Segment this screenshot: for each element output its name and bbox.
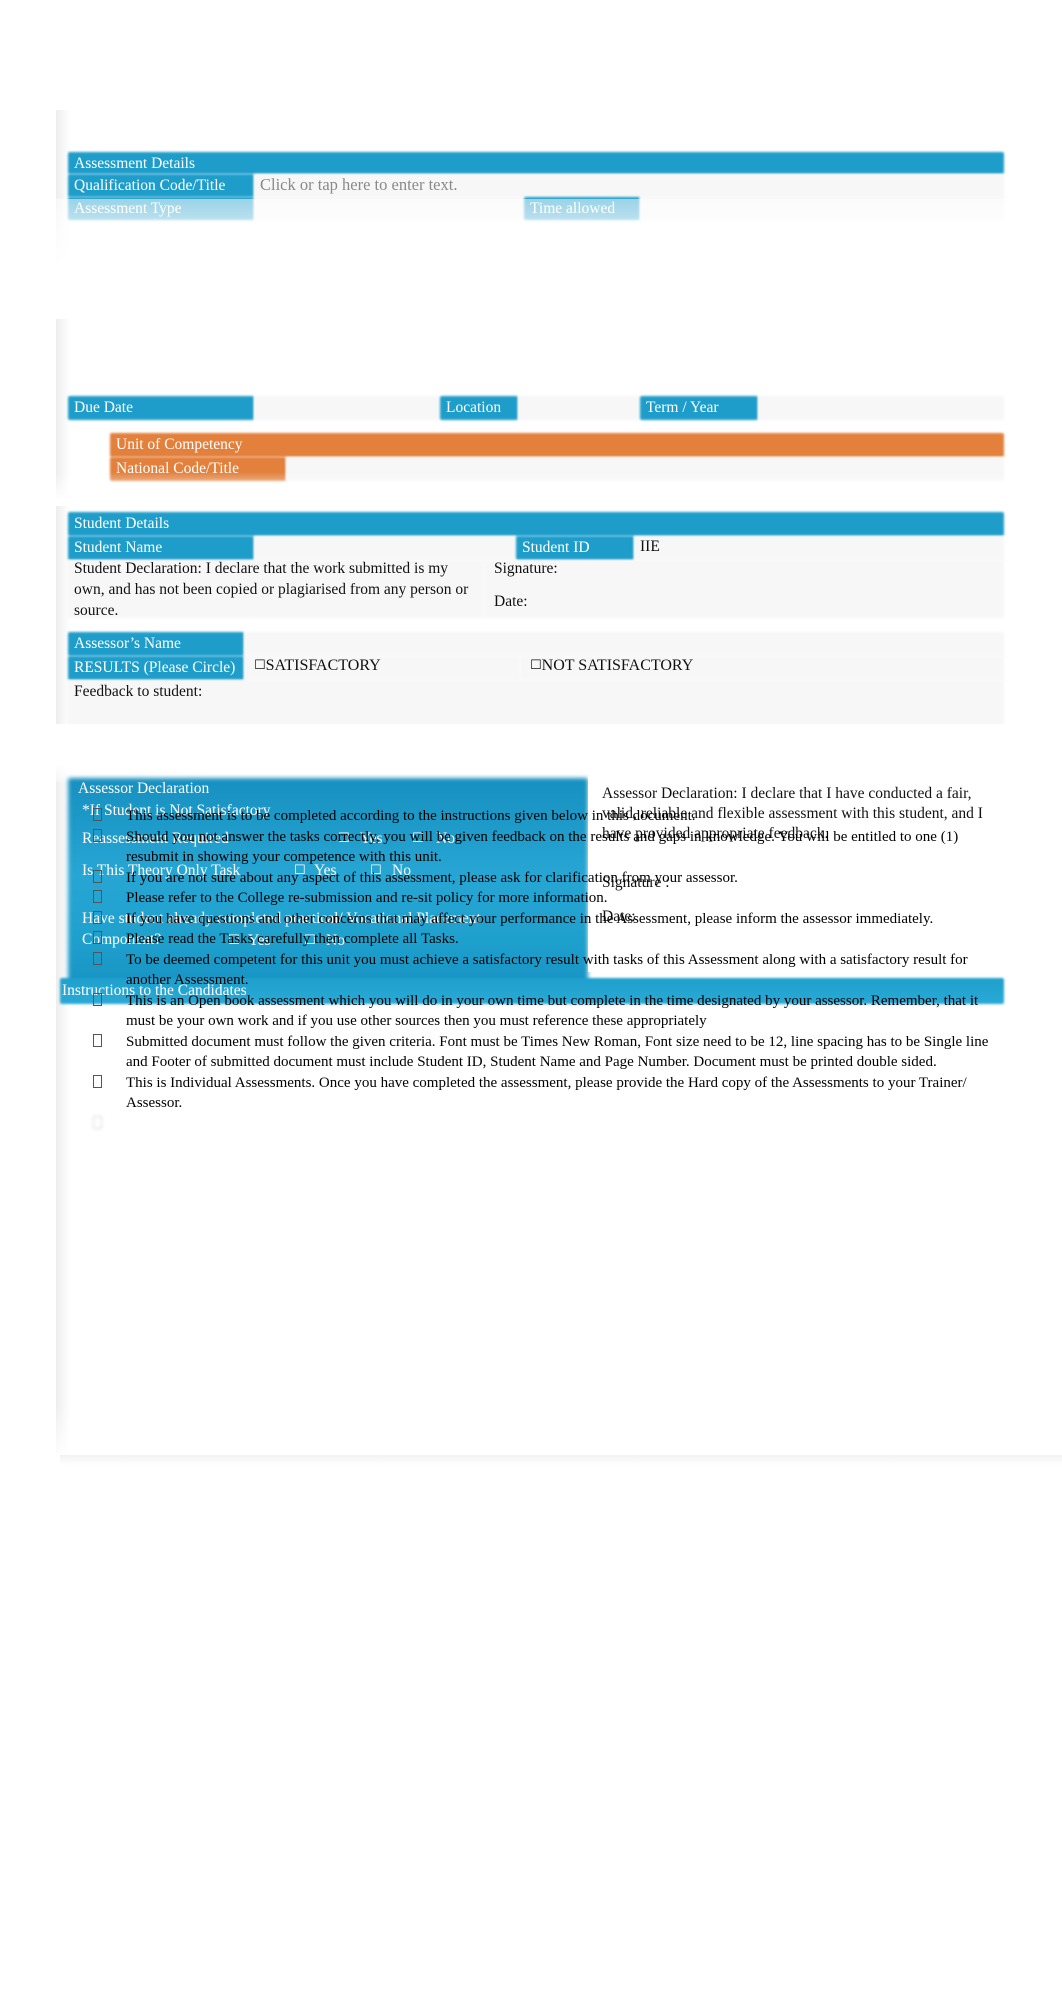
assessment-details-title: Assessment Details [74, 155, 195, 172]
student-signature-label[interactable]: Signature: [488, 556, 768, 580]
instruction-text: If you have questions and other concerns… [126, 910, 934, 927]
term-year-label: Term / Year [646, 399, 719, 416]
qualification-input[interactable]: Click or tap here to enter text. [254, 172, 814, 198]
bullet-missing-glyph-icon [68, 1114, 126, 1135]
instruction-item: This is Individual Assessments. Once you… [68, 1073, 1004, 1114]
instruction-text: Should you not answer the tasks correctl… [126, 828, 959, 866]
bullet-missing-glyph-icon [68, 909, 126, 930]
due-date-field[interactable] [254, 396, 440, 420]
bullet-missing-glyph-icon [68, 991, 126, 1012]
results-label: RESULTS (Please Circle) [74, 659, 236, 676]
qualification-label: Qualification Code/Title [74, 177, 226, 194]
instruction-item-truncated [68, 1114, 1004, 1135]
assessment-type-field[interactable] [254, 197, 524, 220]
instruction-text: If you are not sure about any aspect of … [126, 869, 738, 886]
unit-of-competency-label: Unit of Competency [116, 436, 243, 453]
bullet-missing-glyph-icon [68, 1032, 126, 1053]
assessment-type-label: Assessment Type [74, 200, 182, 217]
unit-of-competency-table: Unit of Competency National Code/Title [110, 433, 1004, 481]
not-satisfactory-option[interactable]: ☐ NOT SATISFACTORY [524, 653, 854, 681]
time-allowed-field[interactable] [640, 197, 1004, 220]
bullet-missing-glyph-icon [68, 950, 126, 971]
instructions-list: This assessment is to be completed accor… [68, 806, 1004, 1134]
student-details-table: Student Details Student Name Student ID … [68, 512, 1004, 622]
instruction-item: To be deemed competent for this unit you… [68, 950, 1004, 991]
time-allowed-label: Time allowed [530, 200, 616, 217]
instruction-text: This is Individual Assessments. Once you… [126, 1074, 967, 1112]
student-date-label[interactable]: Date: [488, 589, 768, 613]
term-year-field[interactable] [758, 396, 1004, 420]
satisfactory-checkbox-icon[interactable]: ☐ [254, 655, 266, 676]
feedback-label: Feedback to student: [74, 683, 203, 700]
student-details-title: Student Details [74, 515, 170, 532]
instruction-text: Please refer to the College re-submissio… [126, 890, 608, 906]
bullet-missing-glyph-icon [68, 827, 126, 848]
instruction-item: Please read the Tasks carefully then com… [68, 929, 1004, 950]
bullet-missing-glyph-icon [68, 868, 126, 889]
bullet-missing-glyph-icon [68, 888, 126, 909]
instruction-text: To be deemed competent for this unit you… [126, 951, 968, 989]
national-code-label: National Code/Title [116, 460, 239, 477]
instruction-text: This is an Open book assessment which yo… [126, 992, 979, 1030]
bullet-missing-glyph-icon [68, 806, 126, 827]
assessor-name-label: Assessor’s Name [74, 635, 181, 652]
satisfactory-label: SATISFACTORY [265, 657, 381, 674]
instruction-item: Submitted document must follow the given… [68, 1032, 1004, 1073]
page-bottom-shadow [60, 1455, 1062, 1465]
student-declaration-text: Student Declaration: I declare that the … [74, 560, 469, 619]
due-date-label: Due Date [74, 399, 133, 416]
instruction-item: Should you not answer the tasks correctl… [68, 827, 1004, 868]
satisfactory-option[interactable]: ☐ SATISFACTORY [248, 653, 508, 681]
instruction-item: This assessment is to be completed accor… [68, 806, 1004, 827]
instruction-item: If you have questions and other concerns… [68, 909, 1004, 930]
not-satisfactory-label: NOT SATISFACTORY [541, 657, 694, 674]
assessment-details-table: Assessment Details Qualification Code/Ti… [68, 152, 1004, 220]
schedule-table: Due Date Location Term / Year [68, 396, 1004, 422]
instruction-item: This is an Open book assessment which yo… [68, 991, 1004, 1032]
instruction-item: If you are not sure about any aspect of … [68, 868, 1004, 889]
instruction-text: Submitted document must follow the given… [126, 1033, 989, 1071]
not-satisfactory-checkbox-icon[interactable]: ☐ [530, 655, 542, 676]
instruction-item: Please refer to the College re-submissio… [68, 888, 1004, 909]
results-table: Assessor’s Name RESULTS (Please Circle) … [68, 632, 1004, 726]
bullet-missing-glyph-icon [68, 1073, 126, 1094]
national-code-field[interactable] [286, 457, 1004, 481]
instruction-text: This assessment is to be completed accor… [126, 808, 696, 824]
bullet-missing-glyph-icon [68, 929, 126, 950]
location-field[interactable] [518, 396, 640, 420]
instruction-text: Please read the Tasks carefully then com… [126, 931, 459, 947]
